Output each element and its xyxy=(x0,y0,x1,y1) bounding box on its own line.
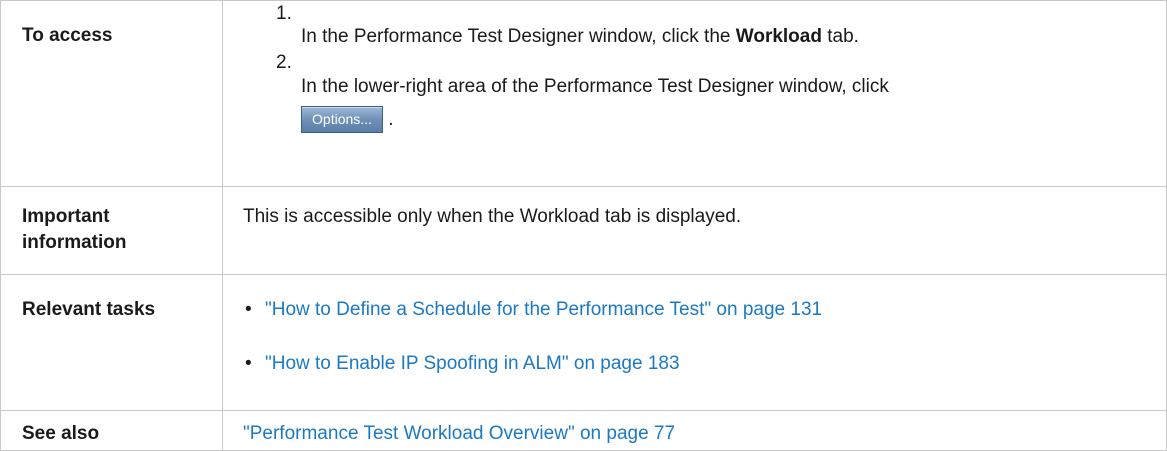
see-also-link[interactable]: "Performance Test Workload Overview" on … xyxy=(243,423,675,444)
task-item: • "How to Enable IP Spoofing in ALM" on … xyxy=(243,351,1166,377)
important-text: This is accessible only when the Workloa… xyxy=(243,206,742,227)
see-also-content: "Performance Test Workload Overview" on … xyxy=(222,410,1167,451)
row-relevant-tasks: Relevant tasks • "How to Define a Schedu… xyxy=(0,274,1167,411)
relevant-tasks-label: Relevant tasks xyxy=(0,274,223,411)
to-access-label: To access xyxy=(0,0,223,187)
info-table: To access 1. In the Performance Test Des… xyxy=(0,0,1167,451)
step-number: 1. xyxy=(276,3,292,24)
important-content: This is accessible only when the Workloa… xyxy=(222,186,1167,275)
bullet-icon: • xyxy=(245,353,252,374)
step-text: In the Performance Test Designer window,… xyxy=(301,26,736,47)
to-access-content: 1. In the Performance Test Designer wind… xyxy=(222,0,1167,187)
row-important-information: Important information This is accessible… xyxy=(0,186,1167,275)
row-see-also: See also "Performance Test Workload Over… xyxy=(0,410,1167,451)
relevant-tasks-content: • "How to Define a Schedule for the Perf… xyxy=(222,274,1167,411)
important-label-line2: information xyxy=(22,232,127,253)
access-step-1: 1. In the Performance Test Designer wind… xyxy=(243,1,1166,50)
step-text: In the lower-right area of the Performan… xyxy=(301,76,889,97)
task-link-ip-spoofing[interactable]: "How to Enable IP Spoofing in ALM" on pa… xyxy=(265,353,680,374)
important-label: Important information xyxy=(0,186,223,275)
see-also-label: See also xyxy=(0,410,223,451)
access-step-2: 2. In the lower-right area of the Perfor… xyxy=(243,50,1166,133)
step-period: . xyxy=(388,109,394,130)
access-steps: 1. In the Performance Test Designer wind… xyxy=(243,1,1166,133)
row-to-access: To access 1. In the Performance Test Des… xyxy=(0,0,1167,187)
tasks-list: • "How to Define a Schedule for the Perf… xyxy=(243,297,1166,377)
workload-tab-name: Workload xyxy=(735,26,822,47)
task-item: • "How to Define a Schedule for the Perf… xyxy=(243,297,1166,323)
options-button-image: Options... xyxy=(301,106,383,133)
bullet-icon: • xyxy=(245,299,252,320)
task-link-define-schedule[interactable]: "How to Define a Schedule for the Perfor… xyxy=(265,299,822,320)
important-label-line1: Important xyxy=(22,206,110,227)
step-text-end: tab. xyxy=(821,26,859,47)
step-number: 2. xyxy=(276,52,292,73)
